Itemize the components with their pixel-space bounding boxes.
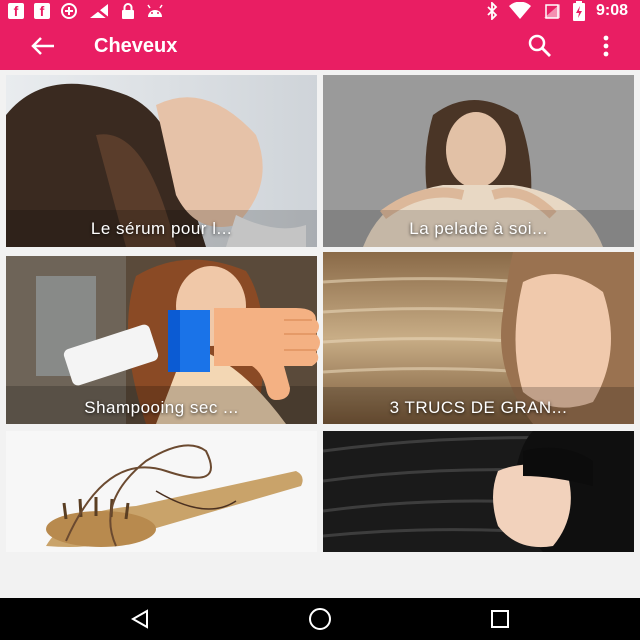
lock-icon [120, 0, 136, 22]
data-saver-icon [60, 0, 78, 22]
home-circle-icon [309, 608, 331, 630]
article-image [323, 431, 634, 552]
nav-home-button[interactable] [300, 606, 340, 632]
overflow-menu-button[interactable] [592, 32, 620, 60]
status-right-icons: 9:08 [486, 0, 628, 22]
app-bar: Cheveux [0, 22, 640, 70]
nav-back-button[interactable] [120, 606, 160, 632]
article-caption: La pelade à soi... [409, 219, 548, 238]
status-bar: f f 9:08 [0, 0, 640, 22]
search-icon [528, 34, 551, 57]
article-card[interactable] [323, 431, 634, 552]
battery-icon [572, 0, 586, 22]
status-left-icons: f f [8, 0, 164, 22]
more-vert-icon [603, 35, 609, 57]
article-image [6, 431, 317, 552]
facebook-icon: f [8, 0, 24, 22]
arrow-back-icon [31, 37, 54, 55]
no-sim-icon [542, 0, 562, 22]
wifi-icon [508, 0, 532, 22]
article-card[interactable]: 3 TRUCS DE GRAN... [323, 252, 634, 424]
android-icon [146, 0, 164, 22]
nav-recents-button[interactable] [480, 606, 520, 632]
page-title: Cheveux [94, 35, 178, 57]
article-card[interactable] [6, 431, 317, 552]
article-caption: 3 TRUCS DE GRAN... [389, 398, 568, 417]
article-card[interactable]: La pelade à soi... [323, 75, 634, 247]
article-card[interactable]: Le sérum pour l... [6, 75, 317, 247]
recents-square-icon [491, 610, 509, 628]
status-time: 9:08 [595, 2, 628, 19]
bluetooth-icon [486, 0, 498, 22]
thumbs-down-icon[interactable] [166, 302, 326, 402]
back-button[interactable] [28, 32, 58, 60]
navigation-bar [0, 598, 640, 640]
back-triangle-icon [130, 609, 148, 629]
no-signal-icon [88, 0, 110, 22]
facebook-icon: f [34, 0, 50, 22]
search-button[interactable] [526, 32, 554, 60]
article-caption: Le sérum pour l... [90, 219, 233, 238]
